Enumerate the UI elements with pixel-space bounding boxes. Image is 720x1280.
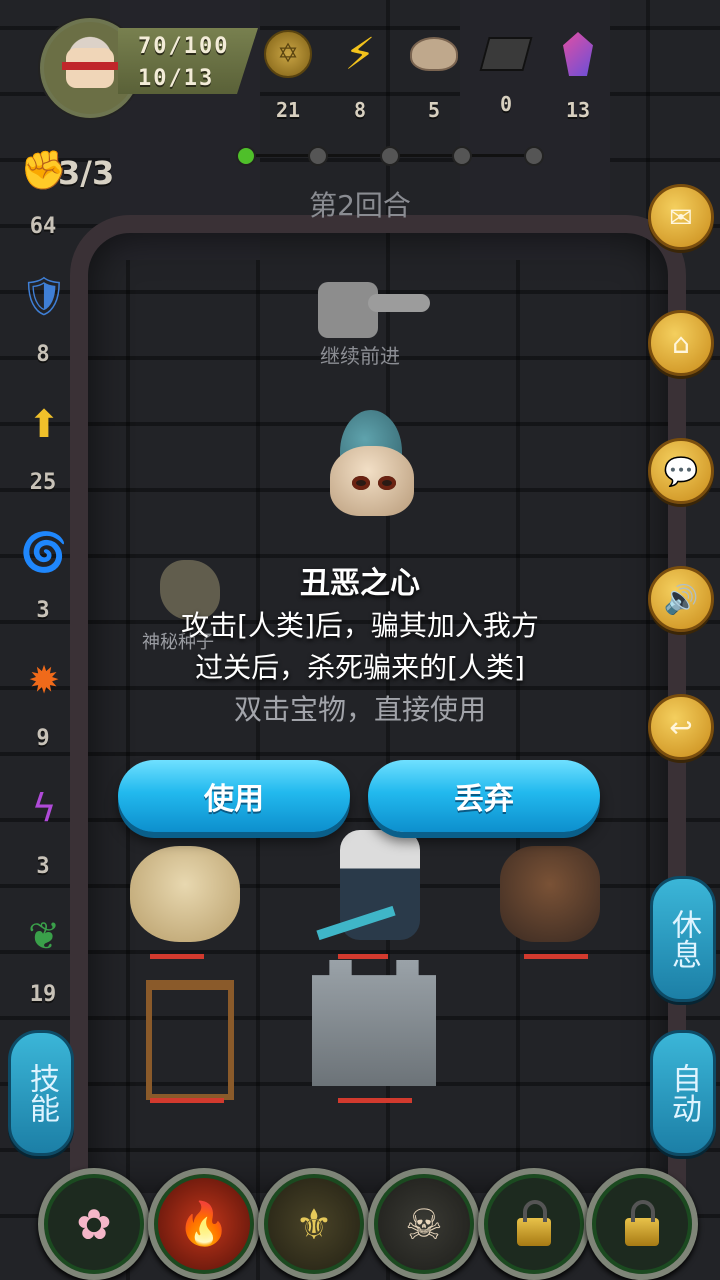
catapult-hp-bar [150,1098,224,1103]
winged-crystal-icon: ⚜ [295,1199,333,1249]
fireball-stat: 9 [36,726,50,751]
lightning-icon: ⚡ [344,28,376,80]
dog-hp-bar [150,954,204,959]
pointer-palm [318,282,378,338]
ore-icon [479,30,533,78]
chat-button[interactable]: 💬 [648,438,714,504]
dog-unit[interactable] [130,846,240,942]
attack-uses: 3/3 [58,154,115,192]
crystal-count: 13 [565,98,591,122]
ore-count: 0 [499,92,513,116]
lightning-purple-icon: ϟ [31,786,57,830]
leaf-icon: ❦ [28,914,60,958]
hero-hp-bar [338,954,388,959]
cherry-blossom-icon: ✿ [76,1199,112,1249]
catapult-tower[interactable] [146,980,234,1100]
progress-node [236,146,256,166]
bread-count: 5 [427,98,441,122]
mail-icon: ✉ [669,200,693,234]
mail-button[interactable]: ✉ [648,184,714,250]
shield-icon: 🛡 [19,273,69,318]
usage-hint: 双击宝物，直接使用 [233,693,486,726]
hero-headband [62,62,118,70]
progress-node [524,146,544,166]
ugly-heart-item-icon [326,410,416,520]
skill-button[interactable]: 技能 [8,1030,74,1156]
item-description-line2: 过关后，杀死骗来的[人类] [195,651,525,684]
continue-pointer[interactable] [318,282,430,338]
skill-button-label: 技能 [24,1063,59,1123]
lock-icon [517,1200,551,1246]
discard-button-label: 丢弃 [454,782,514,817]
fire-skill-slot[interactable]: 🔥 [148,1168,260,1280]
chat-icon: 💬 [663,454,699,488]
lock-icon [625,1200,659,1246]
auto-button[interactable]: 自动 [650,1030,716,1156]
leaf-stat: 19 [29,982,57,1007]
locked-skill-slot[interactable] [586,1168,698,1280]
hp-readout: 70/100 [138,34,230,59]
item-description-line1: 攻击[人类]后，骗其加入我方 [181,609,539,642]
tower-hp-bar [338,1098,412,1103]
bread-icon [410,30,458,78]
discard-button[interactable]: 丢弃 [368,760,600,832]
auto-button-label: 自动 [666,1063,701,1123]
rest-button[interactable]: 休息 [650,876,716,1002]
lightning-count: 8 [353,98,367,122]
stone-tower[interactable] [312,960,436,1086]
item-name: 丑恶之心 [300,566,420,601]
progress-node [380,146,400,166]
crystal-icon [554,30,602,78]
attack-stat: 64 [29,214,57,239]
coin-count: 21 [275,98,301,122]
pointer-finger [368,294,430,312]
skull-icon: ☠ [405,1199,443,1249]
skull-skill-slot[interactable]: ☠ [368,1168,480,1280]
rest-button-label: 休息 [666,909,701,969]
use-button[interactable]: 使用 [118,760,350,832]
minotaur-unit[interactable] [500,846,600,942]
skull-eye [378,476,396,490]
sakura-skill-slot[interactable]: ✿ [38,1168,150,1280]
phoenix-icon: 🔥 [177,1199,231,1248]
coin-icon: ✡ [264,30,312,78]
lightning-stat: 3 [36,854,50,879]
skull-icon [330,446,414,516]
progress-node [452,146,472,166]
continue-label: 继续前进 [320,344,400,368]
skull-eye [352,476,370,490]
level-readout: 10/13 [138,66,215,91]
angel-skill-slot[interactable]: ⚜ [258,1168,370,1280]
minotaur-hp-bar [524,954,588,959]
locked-skill-slot[interactable] [478,1168,590,1280]
progress-node [308,146,328,166]
fire-stat: 25 [29,470,57,495]
flame-arrow-icon: ⬆ [28,402,60,446]
use-button-label: 使用 [204,782,264,817]
